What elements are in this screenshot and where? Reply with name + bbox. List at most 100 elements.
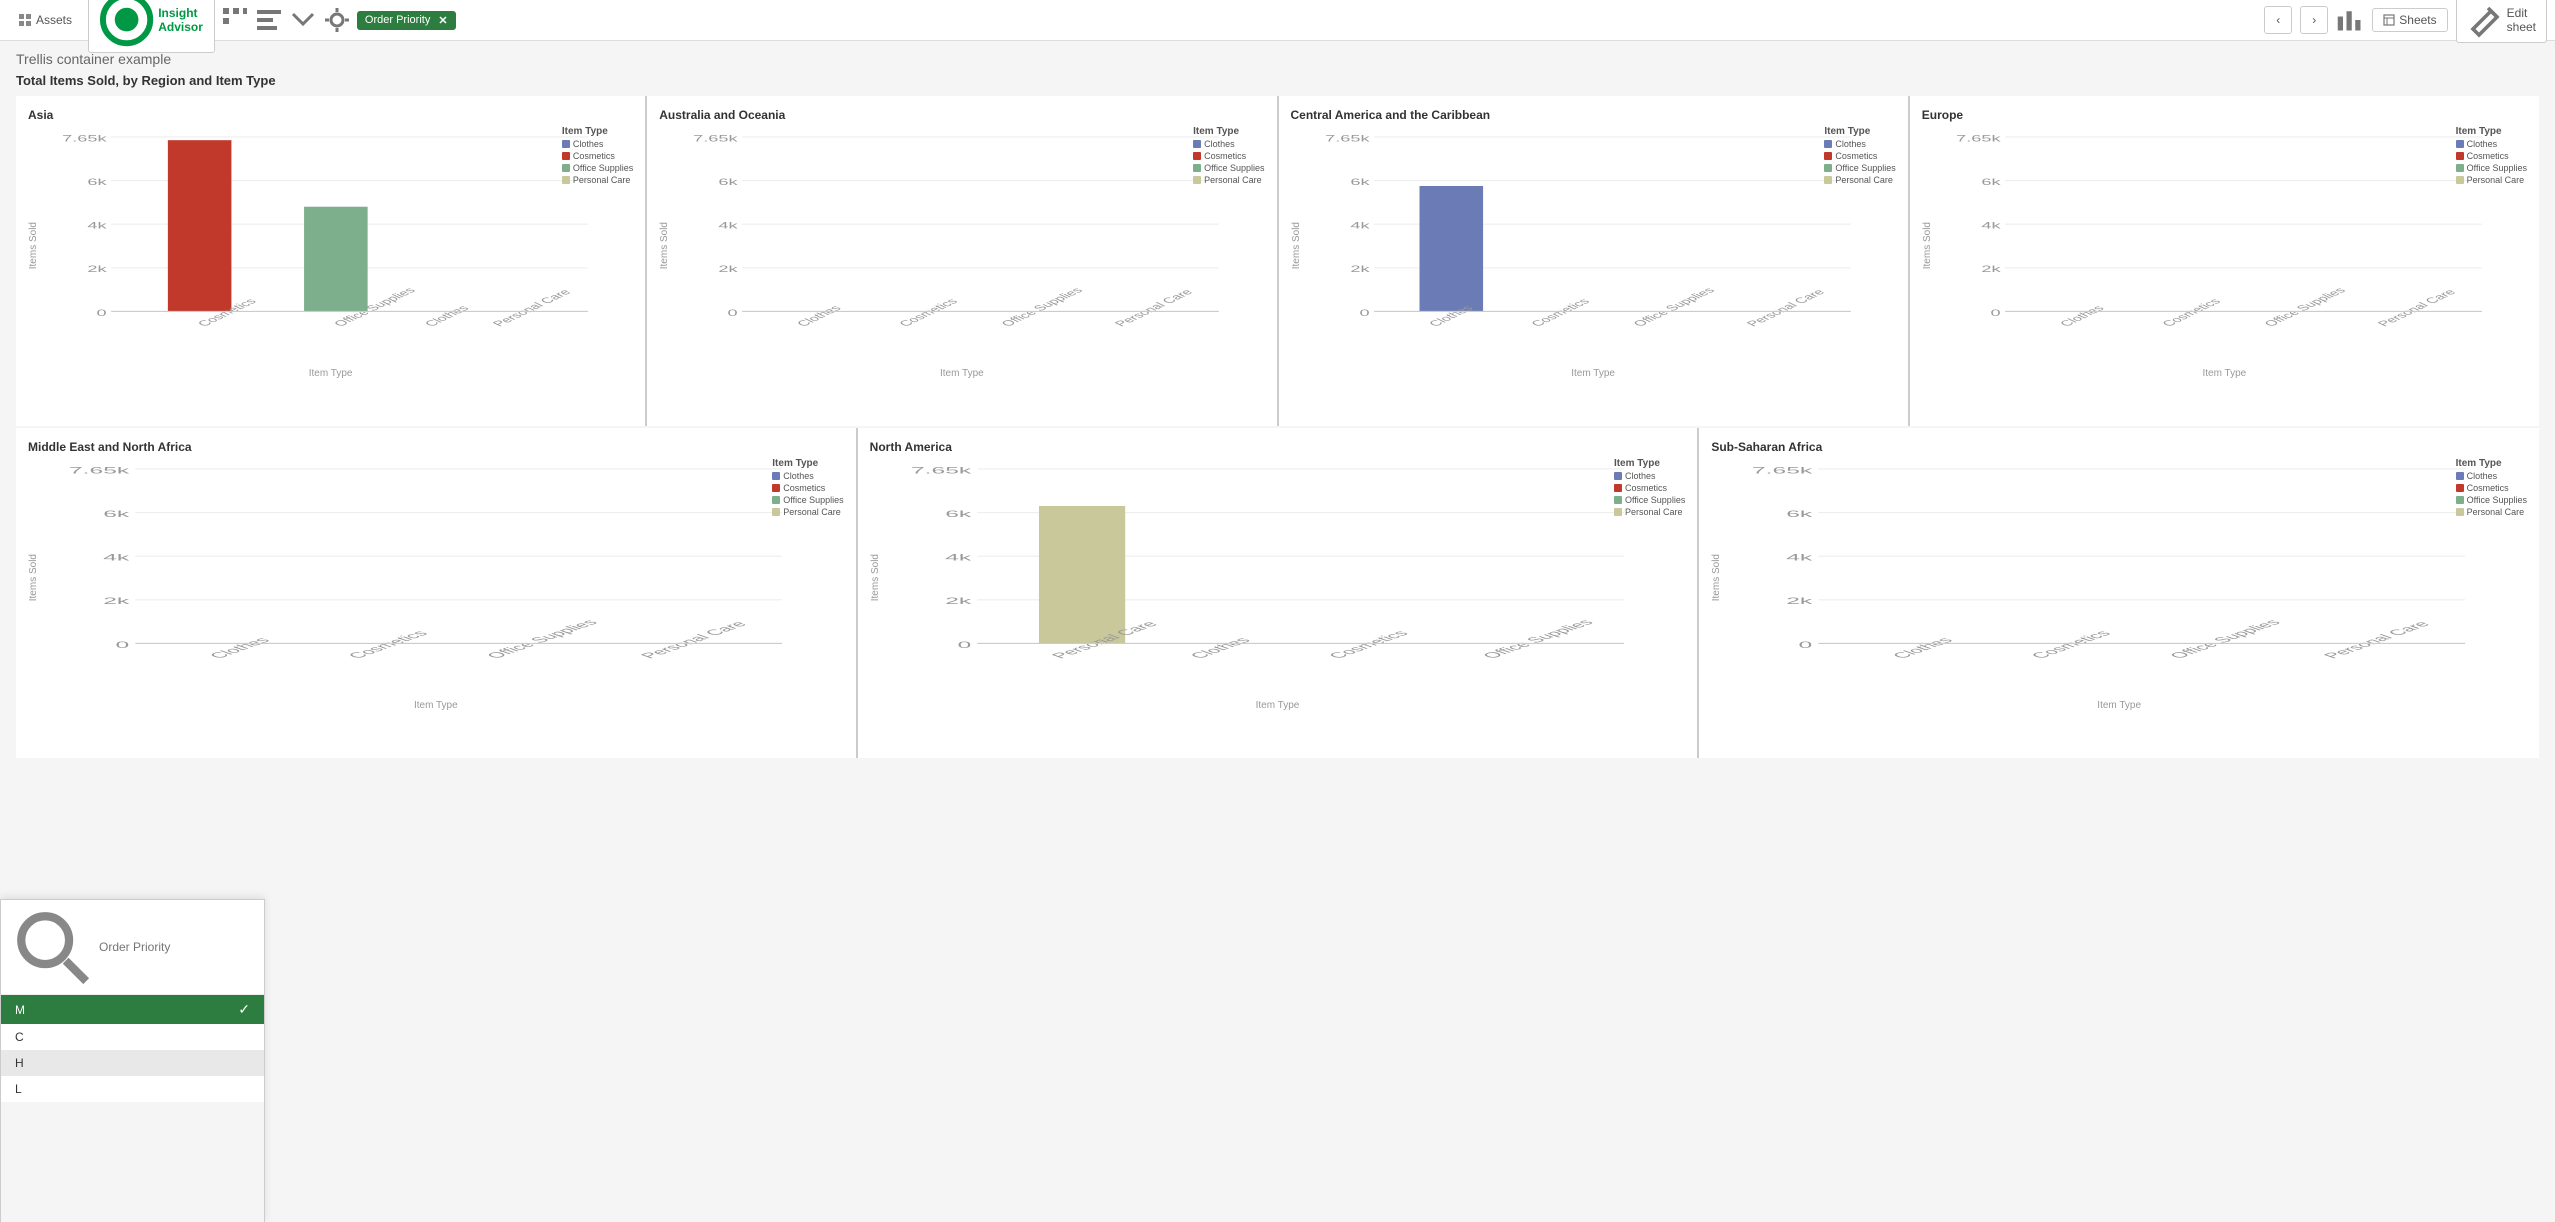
toolbar-icon-2[interactable] bbox=[255, 6, 283, 34]
chart-cell-north-america: North America Items Sold 7.65k 6k 4k 2k bbox=[858, 428, 1698, 758]
svg-text:7.65k: 7.65k bbox=[1956, 134, 2002, 144]
insight-icon bbox=[99, 0, 154, 48]
svg-text:Clothes: Clothes bbox=[2057, 304, 2108, 328]
toolbar-icon-1[interactable] bbox=[221, 6, 249, 34]
dropdown-search-input[interactable] bbox=[99, 940, 254, 954]
svg-text:6k: 6k bbox=[719, 178, 739, 188]
svg-text:4k: 4k bbox=[1981, 221, 2001, 231]
dropdown-item-m[interactable]: M ✓ bbox=[1, 995, 264, 1024]
trellis-top-row: Asia Items Sold 7.65k 6k 4k bbox=[16, 96, 2539, 426]
nav-forward-btn[interactable]: › bbox=[2300, 6, 2328, 34]
search-icon bbox=[11, 906, 93, 988]
x-axis-label-australia: Item Type bbox=[659, 368, 1264, 379]
chart-title-sub-saharan: Sub-Saharan Africa bbox=[1711, 440, 2527, 454]
svg-text:2k: 2k bbox=[87, 265, 107, 275]
topbar-left: Assets Insight Advisor Order Priority ✕ bbox=[8, 0, 2258, 53]
chart-cell-central-america: Central America and the Caribbean Items … bbox=[1279, 96, 1908, 426]
edit-sheet-button[interactable]: Edit sheet bbox=[2456, 0, 2547, 43]
chart-cell-middle-east: Middle East and North Africa Items Sold … bbox=[16, 428, 856, 758]
svg-text:7.65k: 7.65k bbox=[693, 134, 739, 144]
y-axis-label-central-america: Items Sold bbox=[1291, 222, 1302, 269]
page-subtitle: Trellis container example bbox=[16, 51, 2539, 67]
svg-text:4k: 4k bbox=[87, 221, 107, 231]
order-priority-dropdown: M ✓ C H L bbox=[0, 899, 265, 1222]
edit-label: Edit sheet bbox=[2507, 6, 2536, 34]
topbar: Assets Insight Advisor Order Priority ✕ … bbox=[0, 0, 2555, 41]
svg-text:6k: 6k bbox=[945, 509, 972, 519]
dropdown-item-c[interactable]: C bbox=[1, 1024, 264, 1050]
svg-text:4k: 4k bbox=[103, 553, 130, 563]
chart-svg-australia: 7.65k 6k 4k 2k 0 Clothes Cosmetics Offic… bbox=[674, 126, 1264, 366]
y-axis-label-asia: Items Sold bbox=[28, 222, 39, 269]
tab-assets[interactable]: Assets bbox=[8, 9, 82, 31]
chart-inner-europe: 7.65k 6k 4k 2k 0 Clothes Cosmetics Offic… bbox=[1937, 126, 2527, 366]
svg-text:Clothes: Clothes bbox=[794, 304, 845, 328]
svg-text:7.65k: 7.65k bbox=[62, 134, 108, 144]
topbar-right: ‹ › Sheets Edit sheet bbox=[2264, 0, 2547, 43]
x-axis-label-europe: Item Type bbox=[1922, 368, 2527, 379]
svg-text:Cosmetics: Cosmetics bbox=[1325, 629, 1413, 660]
chart-svg-north-america: 7.65k 6k 4k 2k 0 Personal Care Clothes C… bbox=[885, 458, 1686, 698]
svg-text:0: 0 bbox=[1359, 308, 1369, 318]
toolbar-icon-3[interactable] bbox=[289, 6, 317, 34]
svg-text:0: 0 bbox=[1799, 640, 1813, 650]
svg-text:Personal Care: Personal Care bbox=[2374, 288, 2458, 329]
svg-text:Personal Care: Personal Care bbox=[1743, 288, 1827, 329]
chart-title-north-america: North America bbox=[870, 440, 1686, 454]
x-axis-label-middle-east: Item Type bbox=[28, 700, 844, 711]
svg-text:Cosmetics: Cosmetics bbox=[896, 297, 961, 328]
svg-text:7.65k: 7.65k bbox=[911, 465, 972, 475]
nav-back-btn[interactable]: ‹ bbox=[2264, 6, 2292, 34]
svg-text:2k: 2k bbox=[1787, 596, 1814, 606]
y-axis-label-north-america: Items Sold bbox=[870, 554, 881, 601]
sheets-label: Sheets bbox=[2399, 13, 2436, 27]
dropdown-item-m-label: M bbox=[15, 1003, 25, 1017]
svg-text:Personal Care: Personal Care bbox=[637, 620, 751, 661]
dropdown-search-bar[interactable] bbox=[1, 900, 264, 995]
insight-label: Insight Advisor bbox=[158, 6, 204, 34]
svg-text:Clothes: Clothes bbox=[206, 636, 275, 660]
chart-svg-central-america: 7.65k 6k 4k 2k 0 Clothes Cosmetics Offic… bbox=[1306, 126, 1896, 366]
filter-remove-btn[interactable]: ✕ bbox=[438, 14, 447, 27]
svg-text:7.65k: 7.65k bbox=[69, 465, 130, 475]
svg-text:6k: 6k bbox=[103, 509, 130, 519]
legend-europe: Item Type Clothes Cosmetics Office Suppl… bbox=[2456, 126, 2527, 187]
dropdown-item-l[interactable]: L bbox=[1, 1076, 264, 1102]
chart-inner-asia: 7.65k 6k 4k 2k 0 Cosmetics Office Suppli… bbox=[43, 126, 633, 366]
svg-text:Clothes: Clothes bbox=[422, 304, 473, 328]
filter-tag-order-priority[interactable]: Order Priority ✕ bbox=[357, 11, 456, 30]
chart-cell-europe: Europe Items Sold 7.65k 6k 4k 2k 0 bbox=[1910, 96, 2539, 426]
toolbar-icon-4[interactable] bbox=[323, 6, 351, 34]
svg-text:Cosmetics: Cosmetics bbox=[2028, 629, 2116, 660]
svg-text:0: 0 bbox=[728, 308, 738, 318]
svg-text:2k: 2k bbox=[945, 596, 972, 606]
svg-text:0: 0 bbox=[1990, 308, 2000, 318]
svg-text:Personal Care: Personal Care bbox=[1112, 288, 1196, 329]
chart-area-sub-saharan: Items Sold 7.65k 6k 4k 2k 0 Clothes bbox=[1711, 458, 2527, 698]
arrow-icon bbox=[289, 6, 317, 34]
tab-insight-advisor[interactable]: Insight Advisor bbox=[88, 0, 215, 53]
y-axis-label-middle-east: Items Sold bbox=[28, 554, 39, 601]
y-axis-label-europe: Items Sold bbox=[1922, 222, 1933, 269]
check-icon: ✓ bbox=[238, 1001, 250, 1018]
chart-area-asia: Items Sold 7.65k 6k 4k 2k 0 bbox=[28, 126, 633, 366]
toolbar-vis-icon[interactable] bbox=[2336, 6, 2364, 34]
svg-text:Cosmetics: Cosmetics bbox=[344, 629, 432, 660]
chart-inner-middle-east: 7.65k 6k 4k 2k 0 Clothes Cosmetics Offic… bbox=[43, 458, 844, 698]
chart-cell-australia: Australia and Oceania Items Sold 7.65k 6… bbox=[647, 96, 1276, 426]
sheets-button[interactable]: Sheets bbox=[2372, 8, 2447, 32]
dropdown-item-h[interactable]: H bbox=[1, 1050, 264, 1076]
svg-text:6k: 6k bbox=[1981, 178, 2001, 188]
chart-title-europe: Europe bbox=[1922, 108, 2527, 122]
y-axis-label-sub-saharan: Items Sold bbox=[1711, 554, 1722, 601]
chart-svg-asia: 7.65k 6k 4k 2k 0 Cosmetics Office Suppli… bbox=[43, 126, 633, 366]
x-axis-label-sub-saharan: Item Type bbox=[1711, 700, 2527, 711]
legend-australia: Item Type Clothes Cosmetics Office Suppl… bbox=[1193, 126, 1264, 187]
legend-central-america: Item Type Clothes Cosmetics Office Suppl… bbox=[1824, 126, 1895, 187]
svg-text:Office Supplies: Office Supplies bbox=[483, 618, 602, 660]
settings-icon bbox=[323, 6, 351, 34]
svg-text:Clothes: Clothes bbox=[1889, 636, 1958, 660]
chart-svg-sub-saharan: 7.65k 6k 4k 2k 0 Clothes Cosmetics Offic… bbox=[1726, 458, 2527, 698]
svg-text:Personal Care: Personal Care bbox=[2320, 620, 2434, 660]
main-page: Trellis container example Total Items So… bbox=[0, 41, 2555, 1222]
